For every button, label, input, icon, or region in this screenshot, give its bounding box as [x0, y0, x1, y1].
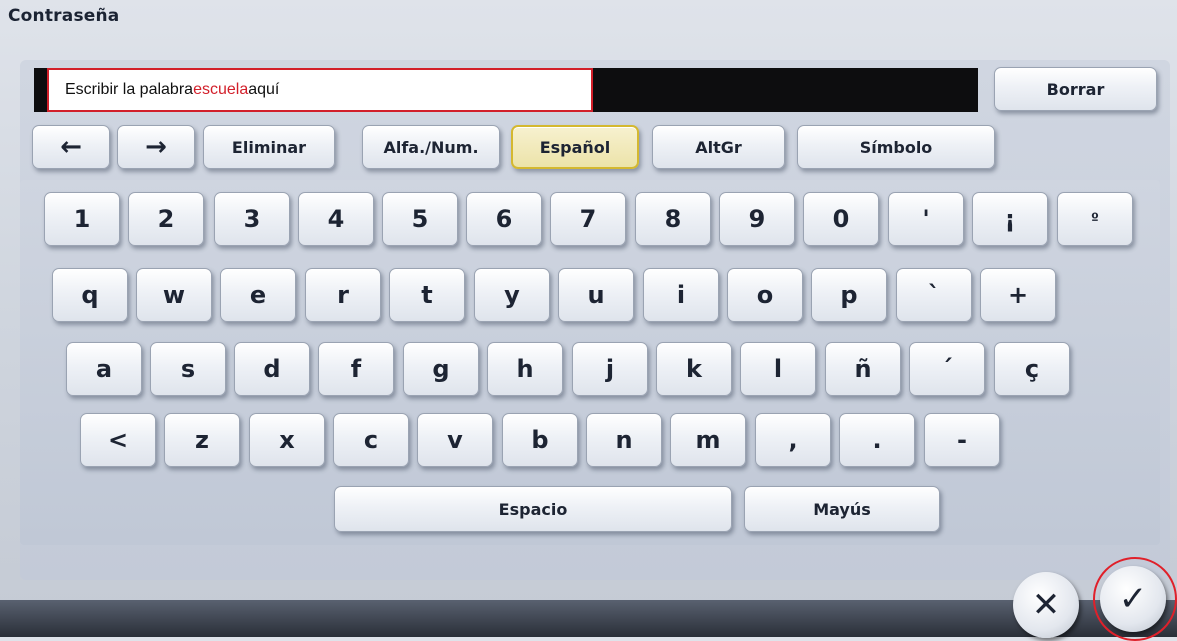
altgr-button[interactable]: AltGr	[652, 125, 785, 169]
close-icon: ✕	[1031, 585, 1061, 625]
key[interactable]: 2	[128, 192, 204, 246]
key[interactable]: a	[66, 342, 142, 396]
input-text-before: Escribir la palabra	[65, 81, 194, 98]
left-arrow-button[interactable]: ←	[32, 125, 110, 169]
key[interactable]: u	[558, 268, 634, 322]
shift-key[interactable]: Mayús	[744, 486, 940, 532]
key[interactable]: g	[403, 342, 479, 396]
key[interactable]: y	[474, 268, 550, 322]
key[interactable]: w	[136, 268, 212, 322]
page-title: Contraseña	[8, 6, 120, 26]
space-key[interactable]: Espacio	[334, 486, 732, 532]
key[interactable]: .	[839, 413, 915, 467]
key[interactable]: n	[586, 413, 662, 467]
key[interactable]: p	[811, 268, 887, 322]
key[interactable]: s	[150, 342, 226, 396]
key[interactable]: t	[389, 268, 465, 322]
key[interactable]: c	[333, 413, 409, 467]
key[interactable]: ñ	[825, 342, 901, 396]
key[interactable]: v	[417, 413, 493, 467]
key[interactable]: 5	[382, 192, 458, 246]
key[interactable]: l	[740, 342, 816, 396]
right-arrow-button[interactable]: →	[117, 125, 195, 169]
key[interactable]: r	[305, 268, 381, 322]
key[interactable]: j	[572, 342, 648, 396]
clear-button[interactable]: Borrar	[994, 67, 1157, 111]
cancel-button[interactable]: ✕	[1013, 572, 1079, 638]
key[interactable]: ç	[994, 342, 1070, 396]
key[interactable]: ¡	[972, 192, 1048, 246]
key[interactable]: f	[318, 342, 394, 396]
key[interactable]: 4	[298, 192, 374, 246]
bottom-bar	[0, 600, 1177, 637]
key[interactable]: o	[727, 268, 803, 322]
password-input[interactable]: Escribir la palabra escuela aquí	[47, 68, 593, 112]
key[interactable]: e	[220, 268, 296, 322]
key[interactable]: h	[487, 342, 563, 396]
key[interactable]: º	[1057, 192, 1133, 246]
alphanumeric-button[interactable]: Alfa./Num.	[362, 125, 500, 169]
key[interactable]: ´	[909, 342, 985, 396]
key[interactable]: -	[924, 413, 1000, 467]
input-text-after: aquí	[248, 81, 280, 98]
key[interactable]: x	[249, 413, 325, 467]
key[interactable]: '	[888, 192, 964, 246]
key[interactable]: 3	[214, 192, 290, 246]
key[interactable]: z	[164, 413, 240, 467]
key[interactable]: 8	[635, 192, 711, 246]
key[interactable]: m	[670, 413, 746, 467]
key[interactable]: `	[896, 268, 972, 322]
key[interactable]: <	[80, 413, 156, 467]
key[interactable]: d	[234, 342, 310, 396]
confirm-highlight-ring	[1093, 557, 1177, 641]
key[interactable]: b	[502, 413, 578, 467]
key[interactable]: 7	[550, 192, 626, 246]
key[interactable]: 9	[719, 192, 795, 246]
key[interactable]: 1	[44, 192, 120, 246]
key[interactable]: ,	[755, 413, 831, 467]
delete-button[interactable]: Eliminar	[203, 125, 335, 169]
spanish-layout-button[interactable]: Español	[511, 125, 639, 169]
symbol-button[interactable]: Símbolo	[797, 125, 995, 169]
input-text-highlight: escuela	[193, 81, 249, 98]
key[interactable]: 0	[803, 192, 879, 246]
key[interactable]: +	[980, 268, 1056, 322]
key[interactable]: q	[52, 268, 128, 322]
key[interactable]: 6	[466, 192, 542, 246]
key[interactable]: k	[656, 342, 732, 396]
key[interactable]: i	[643, 268, 719, 322]
